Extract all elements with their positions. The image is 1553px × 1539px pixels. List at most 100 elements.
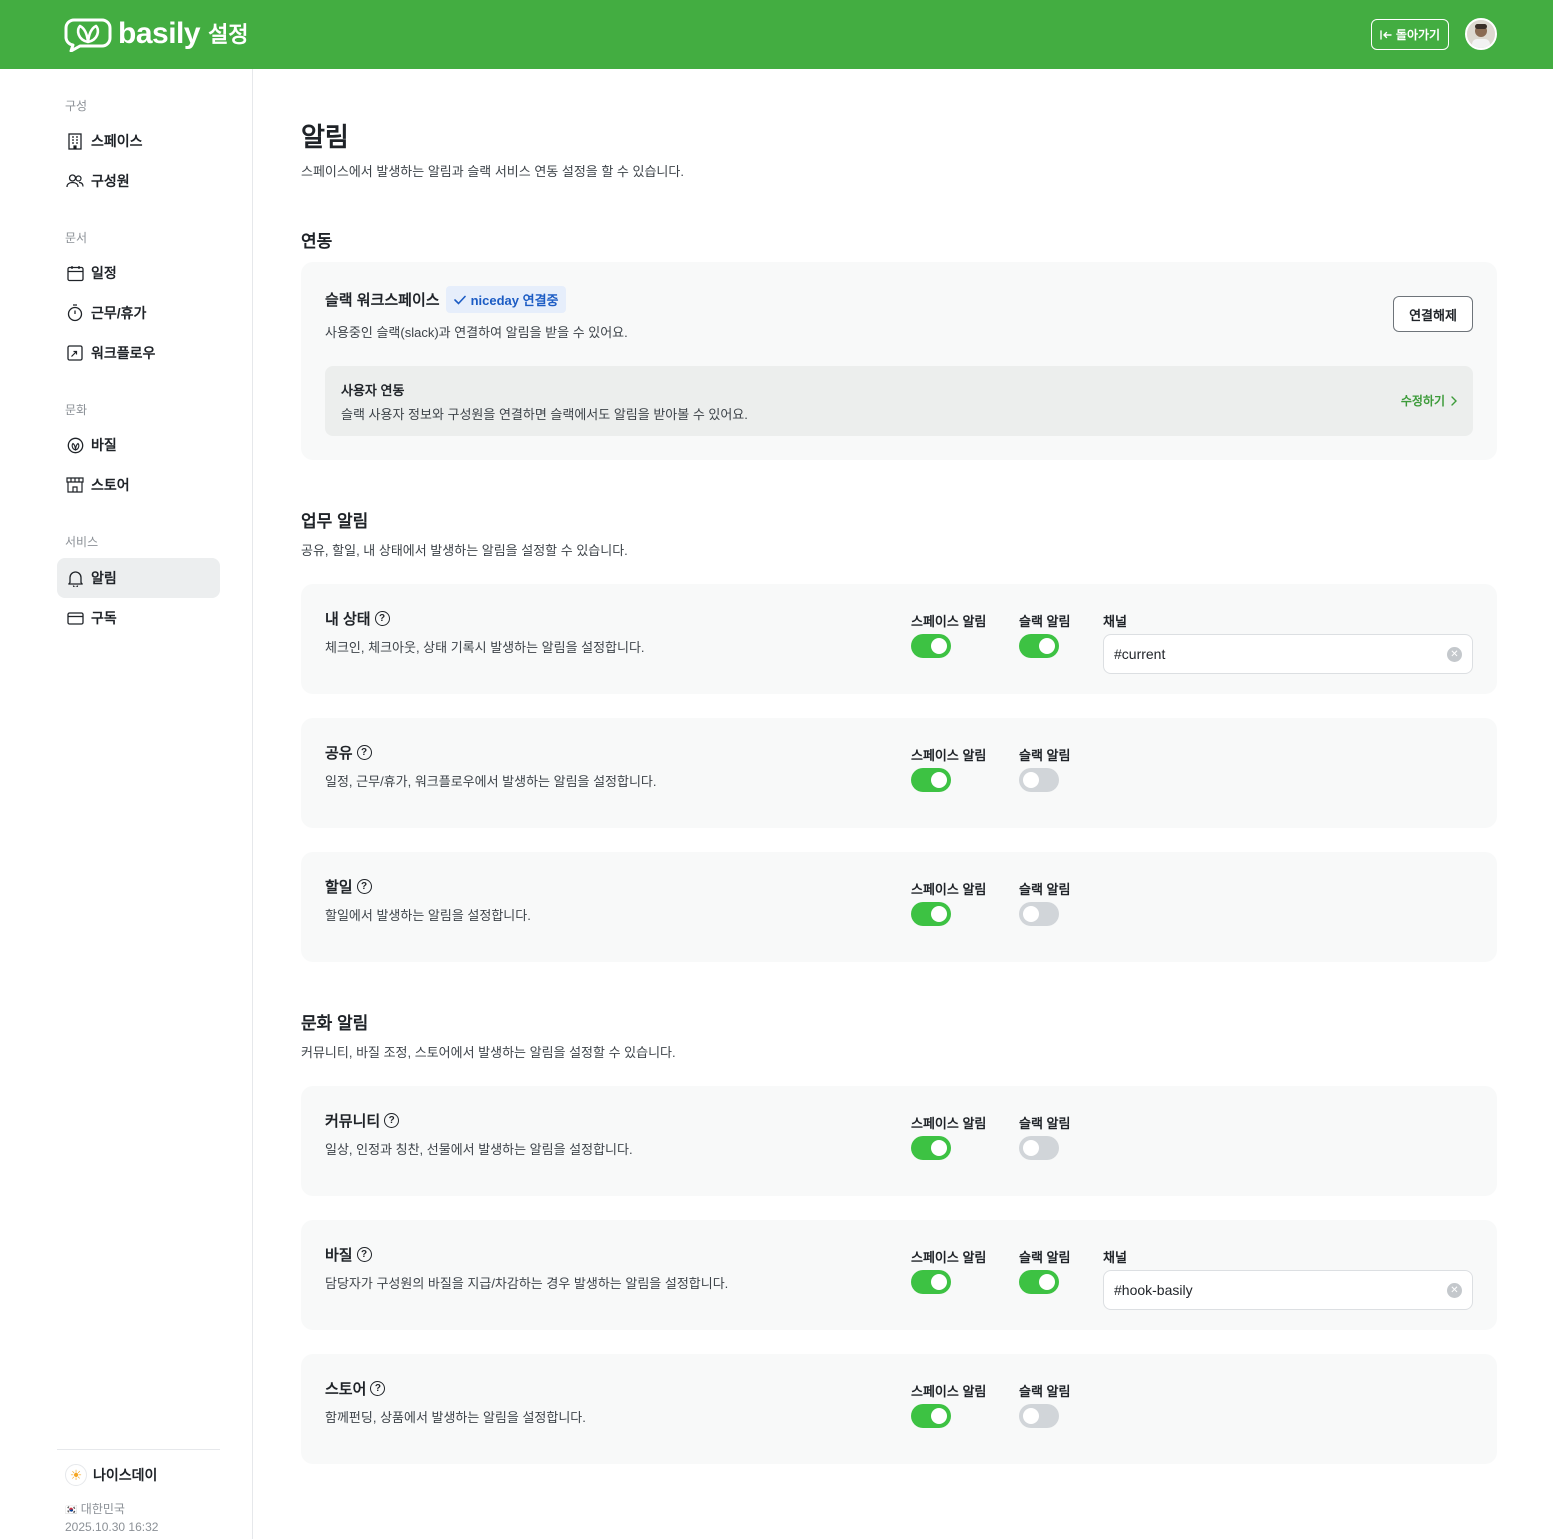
card-title-label: 할일 [325,879,353,896]
back-button[interactable]: 돌아가기 [1371,19,1449,50]
space-notification-toggle[interactable] [911,1136,951,1160]
datetime: 2025.10.30 16:32 [65,1520,159,1534]
space-notification-toggle[interactable] [911,1404,951,1428]
channel-value: #hook-basily [1114,1282,1193,1298]
sidebar-item-basil[interactable]: 바질 [57,425,220,465]
slack-integration-card: 슬랙 워크스페이스 niceday 연결중 사용중인 슬랙(slack)과 연결… [301,262,1497,460]
avatar[interactable] [1465,18,1497,50]
help-icon[interactable]: ? [356,745,372,760]
sidebar-item-subscription[interactable]: 구독 [57,598,220,638]
help-icon[interactable]: ? [356,1247,372,1262]
card-description: 함께펀딩, 상품에서 발생하는 알림을 설정합니다. [325,1410,586,1425]
card-title: 바질? [325,1244,372,1265]
channel-input[interactable]: #hook-basily ✕ [1103,1270,1473,1310]
sidebar-section-label: 문화 [65,403,88,417]
space-notification-toggle[interactable] [911,1270,951,1294]
sidebar-divider [57,1449,220,1450]
slack-description: 사용중인 슬랙(slack)과 연결하여 알림을 받을 수 있어요. [325,325,628,340]
sidebar-section-label: 구성 [65,99,88,113]
space-notification-toggle[interactable] [911,768,951,792]
card-title-label: 공유 [325,745,353,762]
section-description-culture: 커뮤니티, 바질 조정, 스토어에서 발생하는 알림을 설정할 수 있습니다. [301,1045,676,1060]
card-title-label: 바질 [325,1247,353,1264]
korea-flag-icon: 🇰🇷 [65,1505,78,1516]
sidebar-item-members[interactable]: 구성원 [57,161,220,201]
sidebar-item-label: 일정 [91,265,117,281]
sidebar-item-label: 근무/휴가 [91,305,147,321]
channel-label: 채널 [1103,1250,1127,1265]
section-title-integration: 연동 [301,232,333,251]
help-icon[interactable]: ? [356,879,372,894]
slack-title: 슬랙 워크스페이스 niceday 연결중 [325,286,567,313]
users-icon [66,172,84,190]
space-notification-toggle[interactable] [911,902,951,926]
edit-link[interactable]: 수정하기 [1401,392,1457,409]
slack-notification-toggle[interactable] [1019,902,1059,926]
slack-notification-toggle[interactable] [1019,634,1059,658]
basil-logo-icon [64,18,112,52]
sidebar-item-store[interactable]: 스토어 [57,465,220,505]
sidebar-item-label: 워크플로우 [91,345,156,361]
sidebar-item-workflow[interactable]: 워크플로우 [57,333,220,373]
sidebar-item-label: 스페이스 [91,133,143,149]
building-icon [66,132,84,150]
clear-icon[interactable]: ✕ [1447,647,1462,662]
card-description: 일상, 인정과 칭찬, 선물에서 발생하는 알림을 설정합니다. [325,1142,633,1157]
card-title: 스토어? [325,1378,386,1399]
sidebar-item-label: 알림 [91,570,117,586]
card-title: 커뮤니티? [325,1110,400,1131]
edit-link-label: 수정하기 [1400,394,1445,408]
user-avatar-icon [1467,20,1495,48]
help-icon[interactable]: ? [374,611,390,626]
workflow-icon [66,344,84,362]
sidebar-item-schedule[interactable]: 일정 [57,253,220,293]
help-icon[interactable]: ? [370,1381,386,1396]
slack-notification-toggle[interactable] [1019,1404,1059,1428]
store-icon [66,476,84,494]
basil-icon [66,436,84,454]
back-button-label: 돌아가기 [1395,28,1441,42]
section-title-culture: 문화 알림 [301,1014,369,1033]
top-bar: basily 설정 돌아가기 [0,0,1553,69]
space-notification-label: 스페이스 알림 [911,882,987,897]
card-title: 할일? [325,876,372,897]
channel-label: 채널 [1103,614,1127,629]
sidebar-item-space[interactable]: 스페이스 [57,121,220,161]
user-link-title: 사용자 연동 [341,383,405,398]
space-notification-toggle[interactable] [911,634,951,658]
org-switcher[interactable]: ☀ 나이스데이 [65,1464,157,1486]
space-notification-label: 스페이스 알림 [911,1250,987,1265]
country-label: 대한민국 [80,1502,125,1516]
timer-icon [66,304,84,322]
sidebar-section-label: 서비스 [65,535,99,549]
channel-input[interactable]: #current ✕ [1103,634,1473,674]
card-title: 공유? [325,742,372,763]
page-title: 알림 [301,122,349,152]
slack-notification-toggle[interactable] [1019,1270,1059,1294]
sidebar-item-worktime[interactable]: 근무/휴가 [57,293,220,333]
disconnect-button[interactable]: 연결해제 [1393,296,1473,332]
notification-card-store: 스토어? 함께펀딩, 상품에서 발생하는 알림을 설정합니다. 스페이스 알림 … [301,1354,1497,1464]
sidebar-item-label: 스토어 [91,477,130,493]
slack-title-label: 슬랙 워크스페이스 [325,292,440,309]
status-badge-label: niceday 연결중 [470,293,559,308]
brand-subtitle: 설정 [208,22,249,47]
clear-icon[interactable]: ✕ [1447,1283,1462,1298]
user-link-panel: 사용자 연동 슬랙 사용자 정보와 구성원을 연결하면 슬랙에서도 알림을 받아… [325,366,1473,436]
sidebar: 구성 스페이스 구성원 문서 일정 근무/휴가 워크플로우 문화 바질 스토어 … [0,69,253,1539]
user-link-description: 슬랙 사용자 정보와 구성원을 연결하면 슬랙에서도 알림을 받아볼 수 있어요… [341,407,748,422]
card-description: 체크인, 체크아웃, 상태 기록시 발생하는 알림을 설정합니다. [325,640,645,655]
slack-notification-toggle[interactable] [1019,1136,1059,1160]
space-notification-label: 스페이스 알림 [911,748,987,763]
space-notification-label: 스페이스 알림 [911,1384,987,1399]
help-icon[interactable]: ? [384,1113,400,1128]
sidebar-item-label: 바질 [91,437,117,453]
space-notification-label: 스페이스 알림 [911,614,987,629]
sidebar-item-notifications[interactable]: 알림 [57,558,220,598]
sidebar-section-label: 문서 [65,231,88,245]
brand-name: basily [118,17,201,50]
slack-notification-toggle[interactable] [1019,768,1059,792]
logo[interactable]: basily 설정 [64,16,249,52]
slack-notification-label: 슬랙 알림 [1019,748,1071,763]
notification-card-community: 커뮤니티? 일상, 인정과 칭찬, 선물에서 발생하는 알림을 설정합니다. 스… [301,1086,1497,1196]
